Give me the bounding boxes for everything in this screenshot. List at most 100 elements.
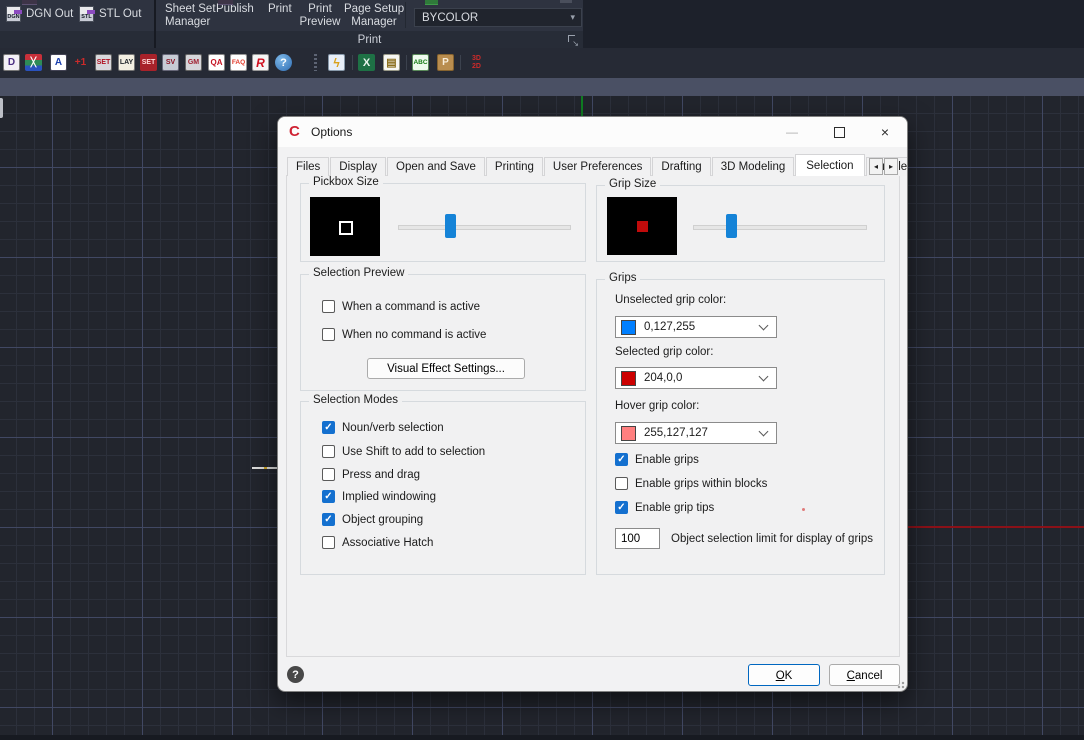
unselected-grip-color-select[interactable]: 0,127,255 — [615, 316, 777, 338]
layer-tools-icon[interactable]: LAY — [118, 54, 135, 71]
visual-effect-settings-button[interactable]: Visual Effect Settings... — [367, 358, 525, 379]
panel-divider — [405, 2, 406, 28]
checkbox-when-command-active[interactable]: When a command is active — [322, 300, 480, 313]
tab-open-and-save[interactable]: Open and Save — [387, 157, 485, 176]
color-swatch — [621, 425, 636, 441]
app-logo-icon: C — [289, 123, 300, 140]
tab-files[interactable]: Files — [287, 157, 330, 176]
help-button[interactable]: ? — [287, 666, 304, 683]
grip-square — [637, 221, 648, 232]
stl-out-button[interactable]: STL STL Out — [79, 6, 141, 22]
checkbox-enable-grips[interactable]: Enable grips — [615, 453, 699, 466]
app-document-icon[interactable]: D — [3, 54, 20, 71]
pickbox-size-slider[interactable] — [398, 225, 571, 230]
tab-selection[interactable]: Selection — [795, 154, 865, 176]
print-preview-button[interactable]: Print Preview — [298, 3, 342, 29]
tab-3d-modeling[interactable]: 3D Modeling — [711, 157, 795, 176]
toolbar-separator — [352, 55, 353, 70]
print-button[interactable]: Print — [268, 3, 292, 16]
checkbox-when-no-command-active[interactable]: When no command is active — [322, 328, 486, 341]
checkbox-enable-grips-within-blocks[interactable]: Enable grips within blocks — [615, 477, 767, 490]
panel-label-strip: Print — [156, 31, 583, 48]
y-axis-line — [581, 96, 583, 116]
clipped-icon-fragment — [560, 0, 572, 3]
checkbox-use-shift-to-add[interactable]: Use Shift to add to selection — [322, 445, 485, 458]
help-circle-icon[interactable]: ? — [275, 54, 292, 71]
grip-slider-thumb[interactable] — [726, 214, 737, 238]
chevron-down-icon — [758, 426, 769, 437]
dialog-titlebar[interactable]: C Options — × — [278, 117, 907, 147]
text-style-icon[interactable]: A — [50, 54, 67, 71]
resize-grip[interactable] — [895, 679, 905, 689]
page-setup-manager-button[interactable]: Page Setup Manager — [344, 3, 404, 29]
tab-scroll-left-button[interactable]: ◂ — [869, 158, 883, 175]
checkbox-associative-hatch[interactable]: Associative Hatch — [322, 536, 433, 549]
sheet-edit-icon[interactable]: ▤ — [383, 54, 400, 71]
toolbar-drag-handle[interactable] — [314, 54, 317, 71]
pickbox-slider-thumb[interactable] — [445, 214, 456, 238]
checkbox[interactable] — [322, 421, 335, 434]
dgn-out-button[interactable]: DGN DGN Out — [6, 6, 73, 22]
close-button[interactable]: × — [868, 117, 902, 147]
checkbox[interactable] — [615, 501, 628, 514]
maximize-button[interactable] — [822, 117, 856, 147]
dialog-launcher-icon[interactable] — [568, 35, 579, 48]
increment-number-icon[interactable]: +1 — [72, 54, 89, 71]
toolbar-separator — [406, 55, 407, 70]
hover-grip-color-select[interactable]: 255,127,127 — [615, 422, 777, 444]
plot-style-select[interactable]: BYCOLOR ▾ — [414, 8, 582, 27]
excel-export-icon[interactable]: X — [358, 54, 375, 71]
gm-tool-icon[interactable]: GM — [185, 54, 202, 71]
unselected-grip-color-label: Unselected grip color: — [615, 294, 727, 306]
toolbar-separator — [460, 55, 461, 70]
cancel-button[interactable]: Cancel — [829, 664, 900, 686]
settings-print-icon[interactable]: SET — [95, 54, 112, 71]
sheet-set-manager-button[interactable]: Sheet Set Manager — [165, 3, 216, 29]
file-lightning-icon[interactable]: ϟ — [328, 54, 345, 71]
qa-tool-icon[interactable]: QA — [208, 54, 225, 71]
options-dialog: C Options — × Files Display Open and Sav… — [277, 116, 908, 692]
convert-3d-2d-icon[interactable]: 3D 2D — [466, 54, 487, 71]
checkbox[interactable] — [615, 453, 628, 466]
checkbox[interactable] — [322, 468, 335, 481]
checkbox[interactable] — [322, 536, 335, 549]
checkbox[interactable] — [615, 477, 628, 490]
checkbox[interactable] — [322, 300, 335, 313]
paste-clipboard-icon[interactable]: P — [437, 54, 454, 71]
checkbox[interactable] — [322, 490, 335, 503]
grip-size-slider[interactable] — [693, 225, 867, 230]
selected-grip-color-select[interactable]: 204,0,0 — [615, 367, 777, 389]
checkbox-enable-grip-tips[interactable]: Enable grip tips — [615, 501, 714, 514]
brand-r-icon[interactable]: R — [252, 54, 269, 71]
checkbox-noun-verb-selection[interactable]: Noun/verb selection — [322, 421, 444, 434]
settings-reset-icon[interactable]: SET — [140, 54, 157, 71]
grip-limit-input[interactable] — [615, 528, 660, 549]
selection-tab-page: Pickbox Size Grip Size Selection Preview — [286, 175, 900, 657]
tab-scroll-right-button[interactable]: ▸ — [884, 158, 898, 175]
tab-display[interactable]: Display — [330, 157, 386, 176]
stl-file-icon: STL — [79, 6, 95, 22]
checkbox[interactable] — [322, 513, 335, 526]
x-axis-line — [908, 526, 1084, 528]
checkbox-object-grouping[interactable]: Object grouping — [322, 513, 423, 526]
cursor-artifact — [802, 508, 805, 511]
checkbox[interactable] — [322, 445, 335, 458]
dgn-file-icon: DGN — [6, 6, 22, 22]
faq-icon[interactable]: FAQ — [230, 54, 247, 71]
ribbon: DGN DGN Out STL STL Out Sheet Set Manage… — [0, 0, 1084, 48]
selected-grip-color-label: Selected grip color: — [615, 346, 714, 358]
axes-style-icon[interactable]: ╳ — [25, 54, 42, 71]
spell-check-icon[interactable]: ABC — [412, 54, 429, 71]
ok-button[interactable]: OK — [748, 664, 820, 686]
tab-drafting[interactable]: Drafting — [652, 157, 711, 176]
tab-printing[interactable]: Printing — [485, 157, 543, 176]
checkbox-press-and-drag[interactable]: Press and drag — [322, 468, 420, 481]
tab-user-preferences[interactable]: User Preferences — [543, 157, 652, 176]
bottom-bar — [0, 735, 1084, 740]
checkbox-implied-windowing[interactable]: Implied windowing — [322, 490, 436, 503]
checkbox[interactable] — [322, 328, 335, 341]
drawing-line-segment — [252, 467, 278, 469]
app-window: DGN DGN Out STL STL Out Sheet Set Manage… — [0, 0, 1084, 740]
save-view-icon[interactable]: SV — [162, 54, 179, 71]
minimize-button[interactable]: — — [775, 117, 809, 147]
